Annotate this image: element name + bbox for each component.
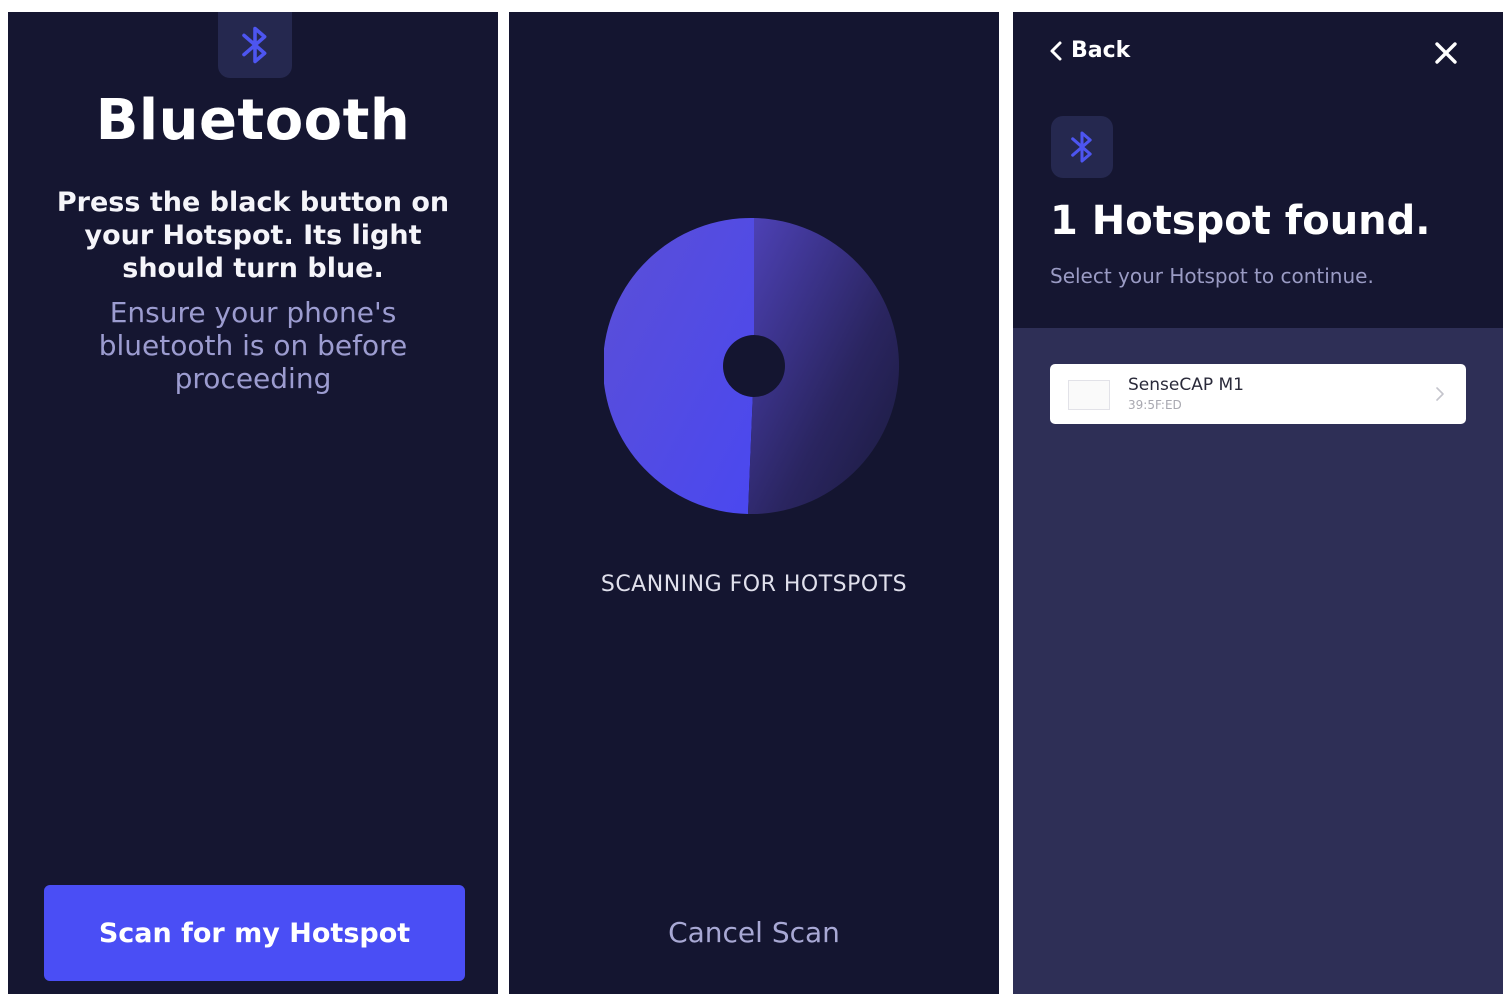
results-title: 1 Hotspot found. (1050, 198, 1431, 244)
bluetooth-icon (1071, 131, 1092, 163)
scan-status-text: SCANNING FOR HOTSPOTS (600, 572, 908, 597)
hotspot-results-screen: Back 1 Hotspot found. Select your Hotspo… (1013, 12, 1503, 994)
hotspot-list-item[interactable]: SenseCAP M1 39:5F:ED (1050, 364, 1466, 424)
device-id: 39:5F:ED (1128, 398, 1182, 412)
scan-for-hotspot-button[interactable]: Scan for my Hotspot (44, 885, 465, 981)
bluetooth-note: Ensure your phone's bluetooth is on befo… (98, 296, 408, 395)
bluetooth-icon-tile (218, 12, 292, 78)
results-subtitle: Select your Hotspot to continue. (1050, 264, 1374, 288)
bluetooth-icon-tile (1051, 116, 1113, 178)
page-title: Bluetooth (95, 88, 411, 153)
close-icon[interactable] (1431, 38, 1461, 68)
back-button[interactable]: Back (1049, 38, 1130, 63)
chevron-left-icon (1050, 41, 1062, 60)
radar-scan-icon (604, 217, 900, 515)
device-thumbnail (1068, 380, 1110, 410)
results-header: Back 1 Hotspot found. Select your Hotspo… (1013, 12, 1503, 328)
back-label: Back (1071, 38, 1131, 63)
chevron-right-icon (1436, 387, 1444, 401)
bluetooth-icon (242, 26, 267, 64)
instruction-text: Press the black button on your Hotspot. … (56, 187, 450, 284)
scanning-screen: SCANNING FOR HOTSPOTS Cancel Scan (509, 12, 999, 994)
cancel-scan-button[interactable]: Cancel Scan (629, 916, 879, 949)
device-name: SenseCAP M1 (1128, 375, 1244, 395)
bluetooth-intro-screen: Bluetooth Press the black button on your… (8, 12, 498, 994)
